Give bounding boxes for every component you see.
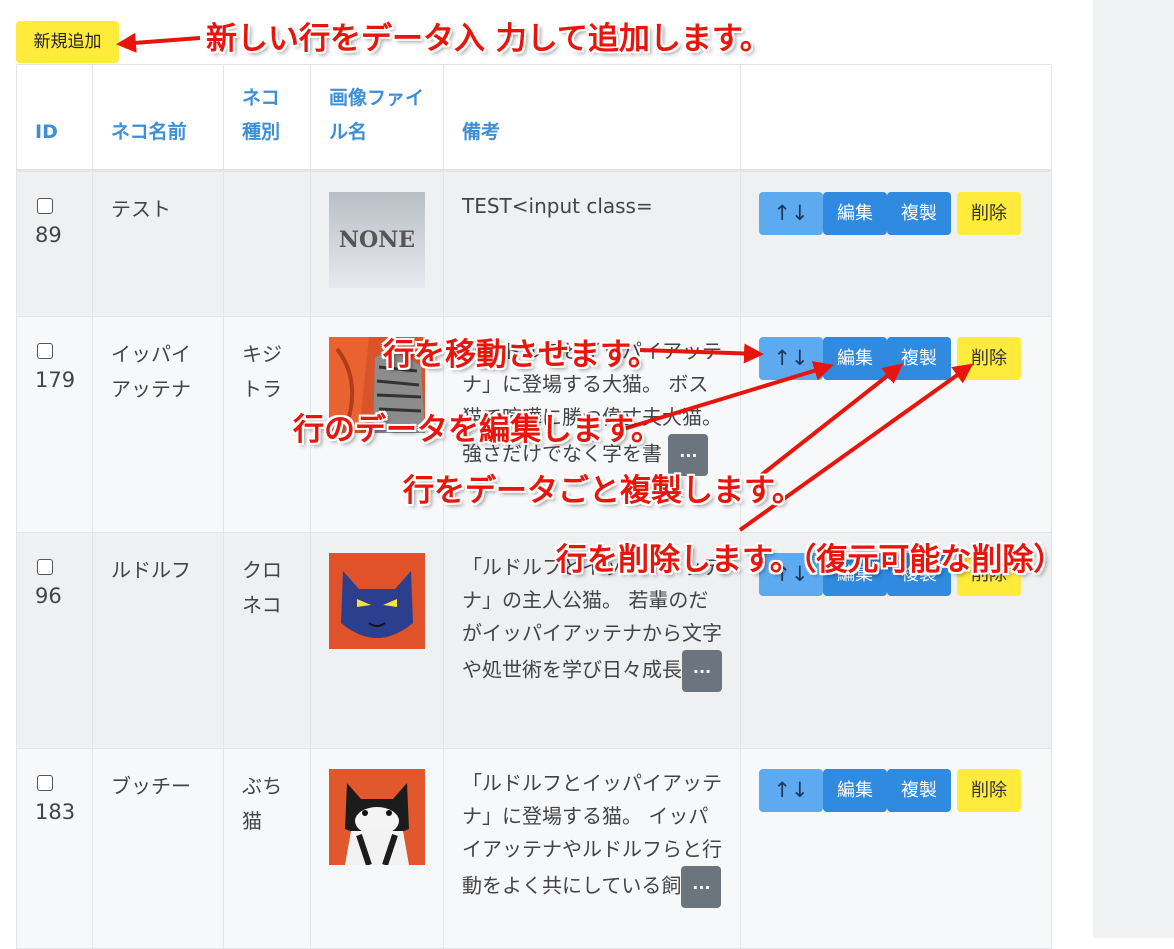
- row-name: テスト: [111, 197, 171, 221]
- table-row: 89 テスト NONE TEST<input class= ↑↓ 編集 複製 削除: [16, 170, 1052, 317]
- col-header-name[interactable]: ネコ名前: [92, 64, 224, 172]
- copy-button[interactable]: 複製: [887, 192, 951, 235]
- row-type: [224, 172, 310, 192]
- row-type: ぶち猫: [242, 774, 283, 833]
- cat-image-bw: [329, 769, 425, 865]
- annotation-copy: 行をデータごと複製します。: [403, 473, 803, 509]
- edit-button[interactable]: 編集: [823, 192, 887, 235]
- edit-button[interactable]: 編集: [823, 337, 887, 380]
- row-type: クロネコ: [242, 558, 282, 617]
- row-name: イッパイアッテナ: [111, 342, 191, 401]
- table-row: 183 ブッチー ぶち猫 「ルドルフとイッパイアッテナ」に登場する猫。 イッパイ…: [16, 748, 1052, 949]
- col-header-type[interactable]: ネコ種別: [223, 64, 311, 172]
- row-select-checkbox[interactable]: [37, 198, 53, 214]
- row-actions: ↑↓ 編集 複製 削除: [741, 317, 1051, 380]
- cat-image-black: [329, 553, 425, 649]
- row-name: ブッチー: [111, 774, 191, 798]
- row-select-checkbox[interactable]: [37, 775, 53, 791]
- annotation-delete: 行を削除します。（復元可能な削除）: [556, 542, 1065, 578]
- delete-button[interactable]: 削除: [957, 769, 1021, 812]
- annotation-add: 新しい行をデータ入 力して追加します。: [206, 21, 771, 57]
- col-header-id[interactable]: ID: [16, 64, 93, 172]
- row-actions: ↑↓ 編集 複製 削除: [741, 172, 1051, 235]
- table-header-row: ID ネコ名前 ネコ種別 画像ファイル名 備考: [16, 64, 1052, 172]
- row-name: ルドルフ: [111, 558, 191, 582]
- delete-button[interactable]: 削除: [957, 192, 1021, 235]
- page-gutter: [1093, 0, 1174, 938]
- row-select-checkbox[interactable]: [37, 559, 53, 575]
- row-memo: TEST<input class=: [462, 194, 653, 218]
- row-type: キジトラ: [242, 342, 282, 401]
- add-new-button[interactable]: 新規追加: [16, 21, 119, 63]
- copy-button[interactable]: 複製: [887, 337, 951, 380]
- edit-button[interactable]: 編集: [823, 769, 887, 812]
- expand-memo-button[interactable]: ...: [682, 650, 722, 692]
- move-button[interactable]: ↑↓: [759, 769, 823, 812]
- copy-button[interactable]: 複製: [887, 769, 951, 812]
- expand-memo-button[interactable]: ...: [668, 434, 709, 476]
- col-header-actions: [740, 64, 1052, 172]
- arrow-add: [116, 32, 201, 53]
- annotation-edit: 行のデータを編集します。: [293, 412, 662, 448]
- row-id: 179: [35, 368, 76, 392]
- row-select-checkbox[interactable]: [37, 343, 53, 359]
- delete-button[interactable]: 削除: [957, 337, 1021, 380]
- image-none-label: NONE: [339, 227, 415, 253]
- move-button[interactable]: ↑↓: [759, 192, 823, 235]
- annotation-move: 行を移動させます。: [383, 337, 659, 373]
- move-button[interactable]: ↑↓: [759, 337, 823, 380]
- row-id: 96: [35, 584, 62, 608]
- row-id: 183: [35, 800, 76, 824]
- row-id: 89: [35, 223, 62, 247]
- col-header-memo[interactable]: 備考: [443, 64, 741, 172]
- expand-memo-button[interactable]: ...: [681, 866, 722, 908]
- row-memo: 「ルドルフとイッパイアッテナ」に登場する猫。 イッパイアッテナやルドルフらと行動…: [444, 749, 740, 908]
- row-actions: ↑↓ 編集 複製 削除: [741, 749, 1051, 812]
- col-header-image[interactable]: 画像ファイル名: [310, 64, 444, 172]
- cat-image-placeholder: NONE: [329, 192, 425, 288]
